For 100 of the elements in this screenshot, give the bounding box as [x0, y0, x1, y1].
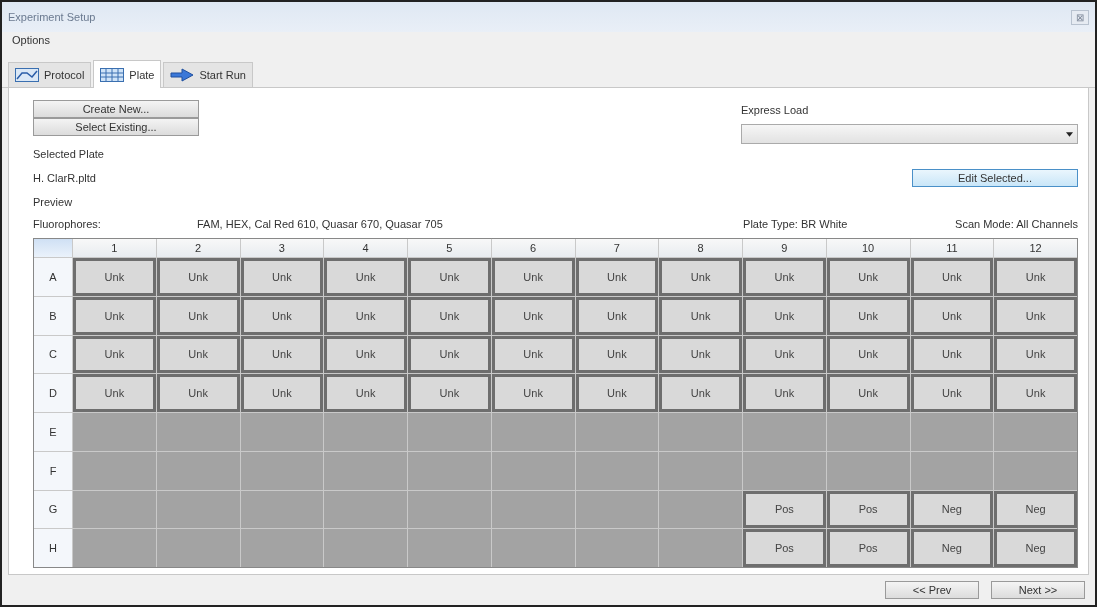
- sample-well[interactable]: Unk: [743, 335, 826, 374]
- section-label: Preview: [33, 195, 74, 210]
- sample-well[interactable]: Unk: [240, 374, 324, 412]
- sample-well[interactable]: Unk: [156, 335, 240, 374]
- sample-well[interactable]: Pos: [826, 490, 910, 529]
- tab[interactable]: Protocol: [8, 62, 92, 87]
- sample-well[interactable]: Unk: [491, 335, 575, 374]
- row-header: D: [34, 374, 72, 412]
- nav-button[interactable]: Next >>: [991, 581, 1085, 599]
- sample-well[interactable]: Unk: [659, 335, 742, 374]
- sample-well[interactable]: Neg: [994, 529, 1077, 567]
- sample-well[interactable]: Unk: [240, 296, 324, 335]
- sample-well[interactable]: Neg: [910, 529, 994, 567]
- scan-mode-text: Scan Mode: All Channels: [955, 217, 1078, 232]
- column-header: 1: [73, 239, 156, 257]
- nav-button[interactable]: << Prev: [885, 581, 979, 599]
- sample-well[interactable]: Unk: [73, 296, 156, 335]
- sample-well[interactable]: Unk: [491, 258, 575, 296]
- fluorophores-label: Fluorophores:: [33, 217, 102, 232]
- sample-well[interactable]: Neg: [994, 490, 1077, 529]
- menu-item[interactable]: Options: [12, 34, 50, 46]
- sample-well[interactable]: Pos: [743, 529, 826, 567]
- window-title: Experiment Setup: [8, 11, 96, 23]
- sample-well[interactable]: Unk: [994, 374, 1077, 412]
- sample-well[interactable]: Unk: [659, 374, 742, 412]
- sample-well[interactable]: Unk: [994, 335, 1077, 374]
- sample-well[interactable]: Unk: [994, 258, 1077, 296]
- column-header: 4: [324, 239, 407, 257]
- column-header: 9: [743, 239, 826, 257]
- sample-well[interactable]: Unk: [743, 374, 826, 412]
- action-button[interactable]: Create New...: [33, 100, 199, 118]
- sample-well[interactable]: Unk: [910, 335, 994, 374]
- grid-corner: [34, 239, 72, 257]
- edit-selected-button[interactable]: Edit Selected...: [912, 169, 1078, 187]
- column-header: 6: [491, 239, 575, 257]
- sample-well[interactable]: Unk: [408, 296, 491, 335]
- sample-well[interactable]: Pos: [826, 529, 910, 567]
- column-header: 8: [659, 239, 742, 257]
- action-button[interactable]: Select Existing...: [33, 118, 199, 136]
- column-header: 10: [826, 239, 910, 257]
- column-header: 2: [156, 239, 240, 257]
- sample-well[interactable]: Unk: [743, 258, 826, 296]
- plate-file-name: H. ClarR.pltd: [33, 171, 96, 186]
- sample-well[interactable]: Unk: [491, 374, 575, 412]
- sample-well[interactable]: Unk: [826, 374, 910, 412]
- plate-type-text: Plate Type: BR White: [743, 217, 849, 232]
- sample-well[interactable]: Neg: [910, 490, 994, 529]
- express-load-label: Express Load: [741, 103, 810, 118]
- sample-well[interactable]: Unk: [910, 296, 994, 335]
- column-header: 7: [575, 239, 659, 257]
- fluorophores-value: FAM, HEX, Cal Red 610, Quasar 670, Quasar 705: [197, 217, 444, 232]
- row-header: B: [34, 296, 72, 335]
- sample-well[interactable]: Unk: [324, 335, 407, 374]
- sample-well[interactable]: Unk: [324, 296, 407, 335]
- sample-well[interactable]: Unk: [408, 374, 491, 412]
- column-header: 3: [240, 239, 324, 257]
- sample-well[interactable]: Unk: [575, 335, 659, 374]
- sample-well[interactable]: Unk: [743, 296, 826, 335]
- row-header: C: [34, 335, 72, 374]
- sample-well[interactable]: Unk: [408, 335, 491, 374]
- row-header: F: [34, 451, 72, 490]
- column-header: 12: [994, 239, 1077, 257]
- tab[interactable]: Start Run: [163, 62, 253, 87]
- sample-well[interactable]: Unk: [156, 374, 240, 412]
- row-header: H: [34, 529, 72, 567]
- dropdown-arrow-icon: [1066, 131, 1073, 137]
- sample-well[interactable]: Unk: [73, 258, 156, 296]
- sample-well[interactable]: Unk: [240, 335, 324, 374]
- sample-well[interactable]: Unk: [408, 258, 491, 296]
- tab[interactable]: Plate: [93, 60, 162, 88]
- arrow-icon: [170, 68, 195, 82]
- row-header: A: [34, 258, 72, 296]
- row-header: G: [34, 490, 72, 529]
- sample-well[interactable]: Unk: [659, 258, 742, 296]
- sample-well[interactable]: Unk: [826, 335, 910, 374]
- sample-well[interactable]: Unk: [324, 374, 407, 412]
- sample-well[interactable]: Unk: [826, 296, 910, 335]
- chart-icon: [15, 68, 39, 82]
- column-header: 11: [910, 239, 994, 257]
- row-header: E: [34, 413, 72, 451]
- sample-well[interactable]: Pos: [743, 490, 826, 529]
- sample-well[interactable]: Unk: [994, 296, 1077, 335]
- column-header: 5: [408, 239, 491, 257]
- sample-well[interactable]: Unk: [324, 258, 407, 296]
- grid-icon: [100, 67, 125, 82]
- section-label: Selected Plate: [33, 147, 105, 162]
- sample-well[interactable]: Unk: [910, 374, 994, 412]
- sample-well[interactable]: Unk: [826, 258, 910, 296]
- sample-well[interactable]: Unk: [659, 296, 742, 335]
- sample-well[interactable]: Unk: [73, 335, 156, 374]
- sample-well[interactable]: Unk: [156, 296, 240, 335]
- express-load-dropdown[interactable]: [741, 124, 1078, 144]
- sample-well[interactable]: Unk: [491, 296, 575, 335]
- sample-well[interactable]: Unk: [575, 374, 659, 412]
- sample-well[interactable]: Unk: [575, 296, 659, 335]
- sample-well[interactable]: Unk: [73, 374, 156, 412]
- sample-well[interactable]: Unk: [910, 258, 994, 296]
- sample-well[interactable]: Unk: [156, 258, 240, 296]
- sample-well[interactable]: Unk: [240, 258, 324, 296]
- sample-well[interactable]: Unk: [575, 258, 659, 296]
